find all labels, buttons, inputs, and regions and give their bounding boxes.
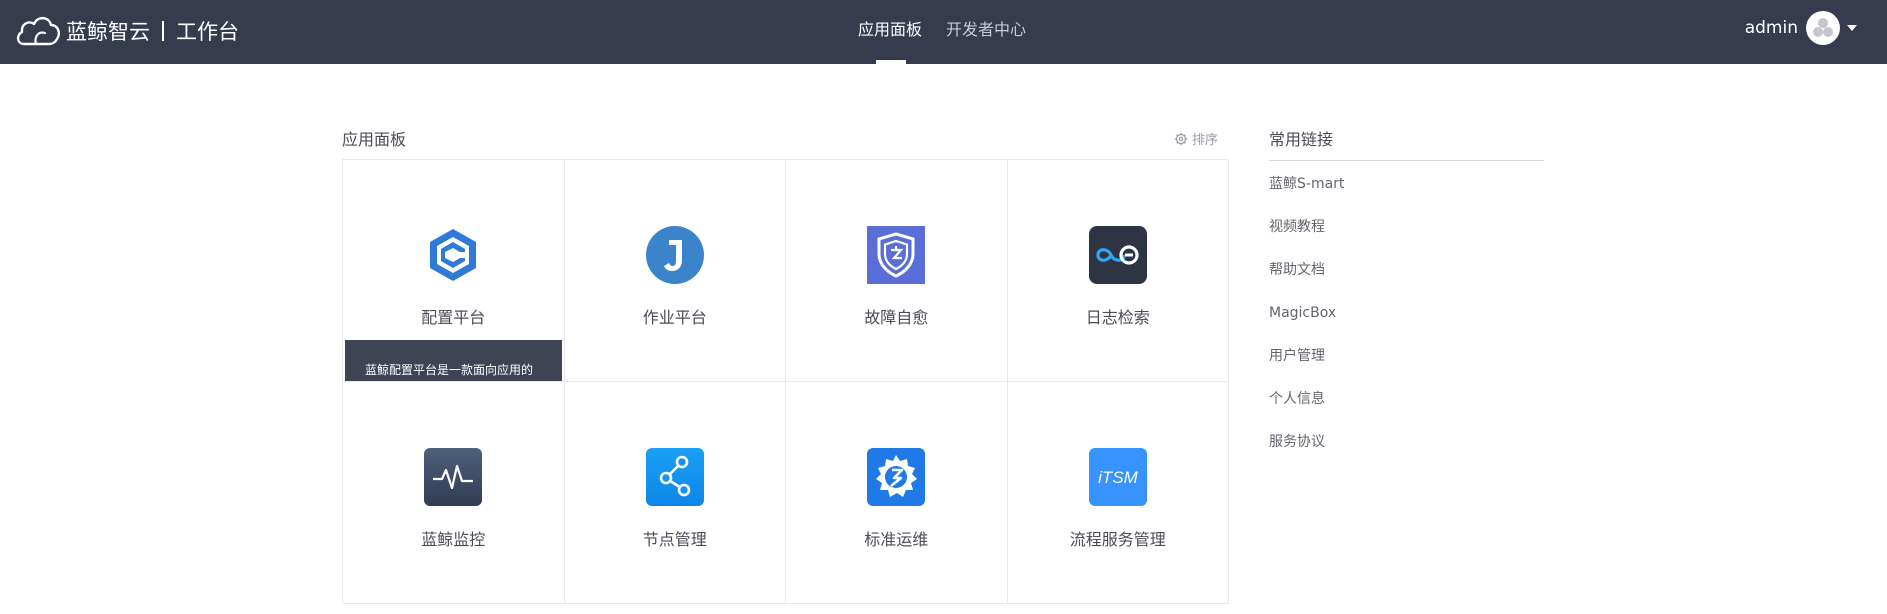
main-nav: 应用面板 开发者中心 [858, 0, 1050, 64]
panel-title: 应用面板 [342, 130, 407, 149]
app-label: 故障自愈 [864, 308, 929, 327]
app-tile-job[interactable]: 作业平台 [564, 160, 786, 382]
app-label: 日志检索 [1085, 308, 1150, 327]
job-j-icon [645, 226, 704, 284]
user-menu[interactable]: admin [1745, 11, 1857, 45]
app-tile-node-man[interactable]: 节点管理 [564, 382, 786, 604]
top-navigation-bar: 蓝鲸智云 工作台 应用面板 开发者中心 admin [0, 0, 1887, 64]
links-divider [1269, 160, 1544, 161]
link-video-tutorials[interactable]: 视频教程 [1269, 217, 1344, 260]
link-personal-info[interactable]: 个人信息 [1269, 389, 1344, 432]
app-label: 作业平台 [642, 308, 707, 327]
user-name: admin [1744, 18, 1798, 38]
monitor-pulse-icon [424, 448, 483, 506]
svg-text:iTSM: iTSM [1098, 468, 1139, 487]
link-magicbox[interactable]: MagicBox [1269, 303, 1344, 346]
node-man-graph-icon [645, 448, 704, 506]
nav-tab-app-panel[interactable]: 应用面板 [858, 0, 922, 64]
app-tile-cmdb[interactable]: 配置平台 蓝鲸配置平台是一款面向应用的 [343, 160, 565, 382]
app-grid: 配置平台 蓝鲸配置平台是一款面向应用的 作业平台 故障自愈 日志检索 蓝鲸监控 … [342, 159, 1229, 604]
links-title: 常用链接 [1269, 130, 1334, 149]
chevron-down-icon [1847, 25, 1857, 31]
app-tile-sops[interactable]: 标准运维 [786, 382, 1008, 604]
itsm-icon: iTSM [1088, 448, 1147, 506]
sops-gear-icon [867, 448, 926, 506]
avatar [1806, 11, 1840, 45]
log-search-infinity-icon [1088, 226, 1147, 284]
brand-divider [162, 21, 164, 41]
app-description-tooltip: 蓝鲸配置平台是一款面向应用的 [345, 340, 562, 381]
app-label: 标准运维 [864, 530, 929, 549]
app-tile-monitor[interactable]: 蓝鲸监控 [343, 382, 565, 604]
gear-icon [1174, 132, 1188, 145]
nav-tab-developer-center[interactable]: 开发者中心 [946, 0, 1026, 64]
link-service-agreement[interactable]: 服务协议 [1269, 432, 1344, 475]
user-avatar-icon [1807, 12, 1839, 44]
app-label: 蓝鲸监控 [421, 530, 486, 549]
app-tile-fta[interactable]: 故障自愈 [786, 160, 1008, 382]
cloud-logo-icon [16, 16, 60, 46]
app-tile-itsm[interactable]: iTSM 流程服务管理 [1007, 382, 1229, 604]
app-tile-log-search[interactable]: 日志检索 [1007, 160, 1229, 382]
sort-button[interactable]: 排序 [1174, 129, 1218, 148]
common-links-list: 蓝鲸S-mart 视频教程 帮助文档 MagicBox 用户管理 个人信息 服务… [1269, 174, 1344, 475]
brand-name: 蓝鲸智云 [66, 20, 150, 44]
cmdb-hexagon-c-icon [430, 229, 477, 281]
app-label: 配置平台 [421, 308, 486, 327]
brand-subtitle: 工作台 [176, 20, 239, 44]
app-label: 流程服务管理 [1069, 530, 1166, 549]
app-label: 节点管理 [642, 530, 707, 549]
link-smart[interactable]: 蓝鲸S-mart [1269, 174, 1344, 217]
link-help-docs[interactable]: 帮助文档 [1269, 260, 1344, 303]
sort-label: 排序 [1192, 133, 1219, 148]
fta-shield-icon [867, 226, 926, 284]
link-user-management[interactable]: 用户管理 [1269, 346, 1344, 389]
brand[interactable]: 蓝鲸智云 工作台 [14, 11, 239, 51]
